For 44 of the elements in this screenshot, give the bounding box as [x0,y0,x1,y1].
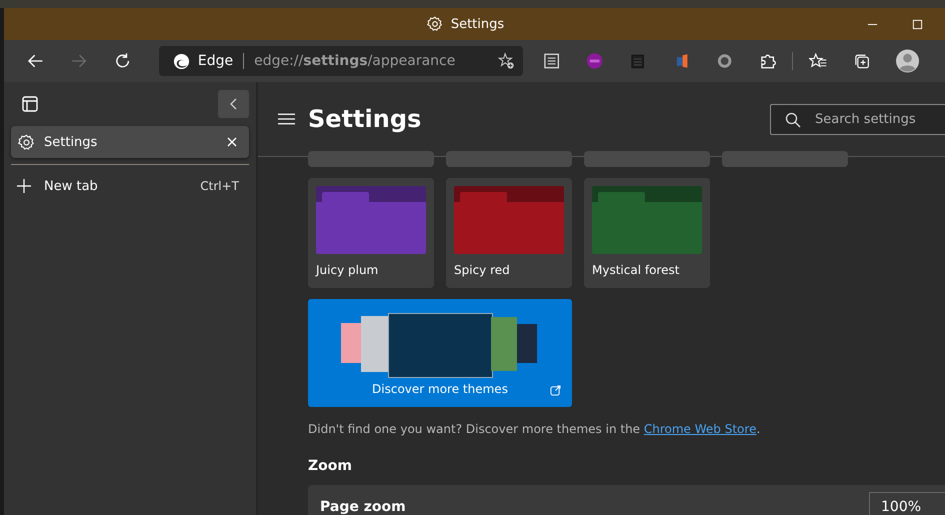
reader-icon[interactable] [542,52,560,70]
new-tab-item[interactable]: New tab Ctrl+T [11,173,249,199]
banner-label: Discover more themes [372,382,508,396]
back-icon[interactable] [27,52,44,70]
search-field[interactable]: Search settings [770,104,945,134]
zoom-dropdown[interactable]: 100% [869,492,945,515]
theme-card[interactable]: Mystical forest [584,178,710,288]
page-title: Settings [308,105,422,133]
theme-card[interactable]: Spicy red [446,178,572,288]
row-label: Page zoom [320,499,406,515]
theme-name: Mystical forest [592,263,680,277]
refresh-icon[interactable] [114,52,131,70]
sidebar-tab[interactable]: Settings [11,126,249,158]
new-tab-label: New tab [44,178,99,194]
extension-icon[interactable] [586,52,604,70]
theme-card[interactable]: Juicy plum [308,178,434,288]
avatar-icon[interactable] [896,49,919,73]
plus-icon [17,179,31,193]
edge-logo-icon [172,52,190,70]
tab-panel-icon[interactable] [21,95,39,113]
window-title: Settings [450,16,504,32]
puzzle-icon[interactable] [759,52,776,70]
settings-icon [426,16,443,32]
store-note: Didn't find one you want? Discover more themes in the Chrome Web Store. [308,422,762,436]
shortcut-label: Ctrl+T [200,179,239,193]
menu-icon[interactable] [278,113,295,125]
external-link-icon [550,385,561,396]
theme-name: Juicy plum [316,263,380,277]
circle-icon[interactable] [716,52,734,70]
url-text: edge://settings/appearance [254,53,456,69]
settings-icon [18,134,35,150]
collections-icon[interactable] [852,52,870,70]
address-bar[interactable]: Edge edge://settings/appearance [158,46,523,76]
tab-label: Settings [44,134,98,150]
theme-name: Spicy red [454,263,511,277]
store-link[interactable]: Chrome Web Store [644,422,756,436]
maximize-icon[interactable] [912,18,923,30]
favorites-icon[interactable] [809,52,827,70]
add-favorite-icon[interactable] [496,52,515,70]
chevron-left-icon [228,97,238,111]
section-heading: Zoom [308,458,353,474]
site-label: Edge [198,53,234,69]
discover-themes-banner[interactable]: Discover more themes [308,299,572,407]
close-icon[interactable] [227,137,237,147]
